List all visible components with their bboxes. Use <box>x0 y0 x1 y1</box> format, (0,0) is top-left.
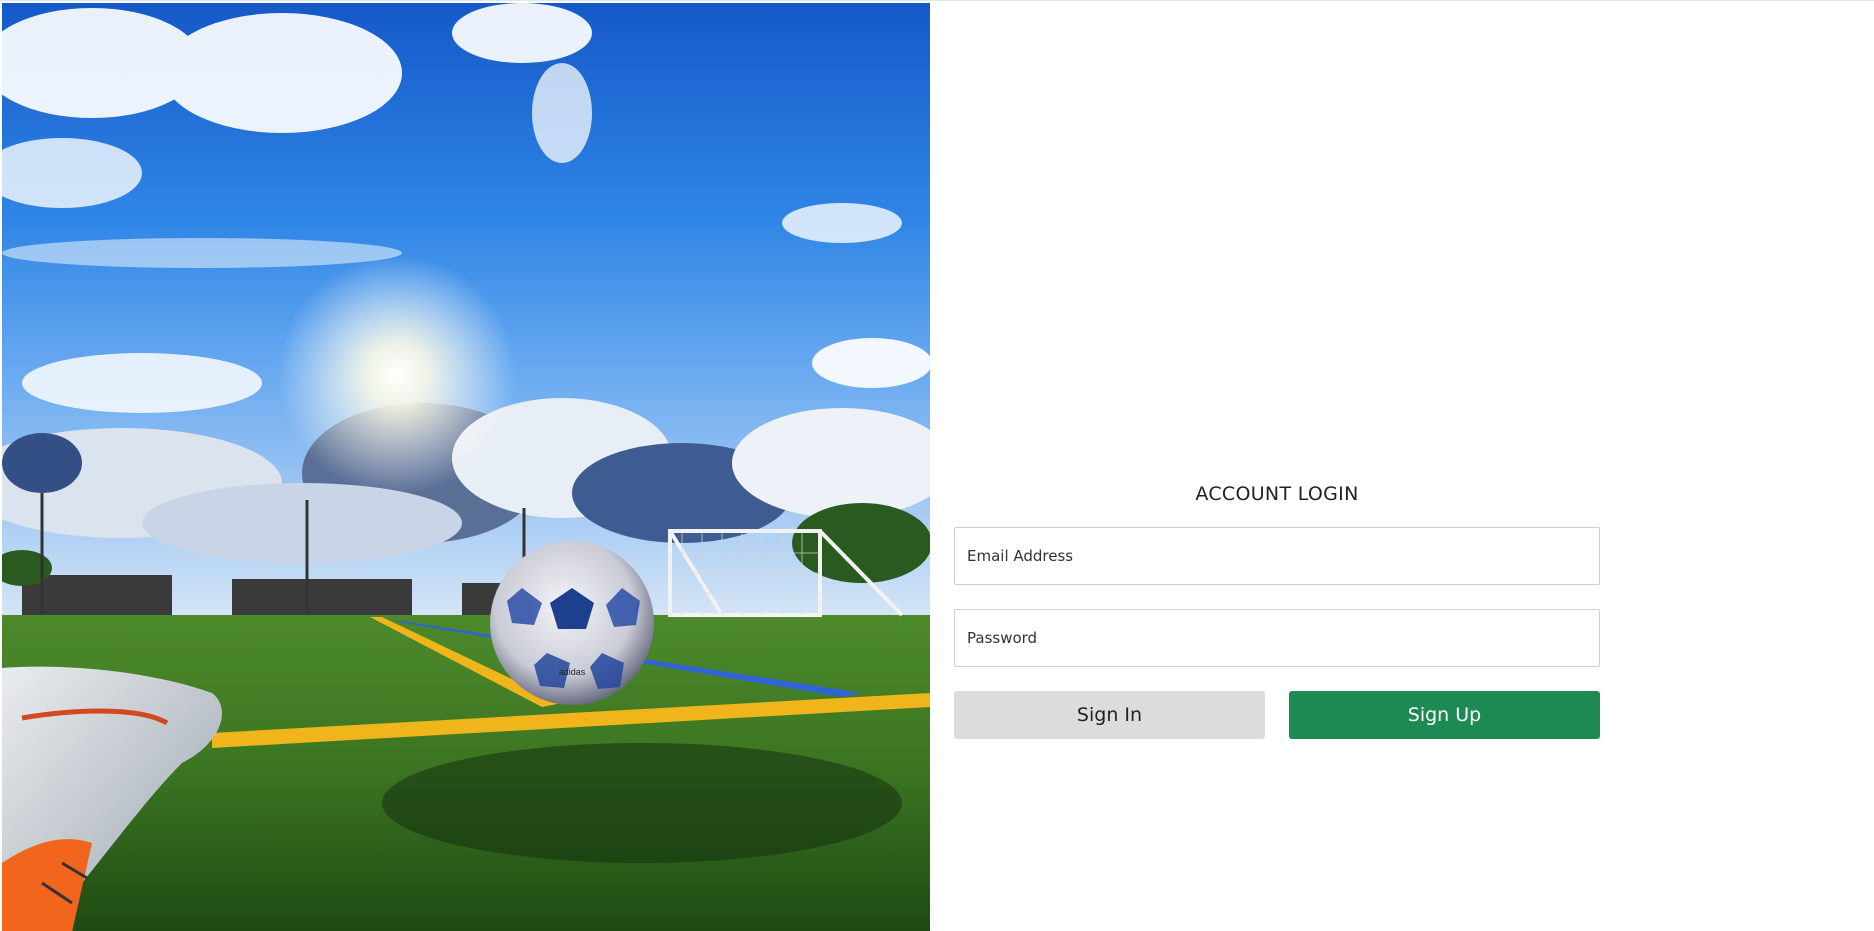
soccer-ball: adidas <box>490 541 654 705</box>
login-form: ACCOUNT LOGIN Sign In Sign Up <box>954 471 1600 739</box>
sign-up-button[interactable]: Sign Up <box>1289 691 1600 739</box>
soccer-field-hero-image: adidas <box>2 3 930 931</box>
email-field[interactable] <box>954 527 1600 585</box>
login-page: adidas ACCOUNT LOGIN Sign In Sign Up <box>0 0 1874 931</box>
svg-text:adidas: adidas <box>559 667 586 677</box>
sun <box>277 255 517 495</box>
auth-buttons: Sign In Sign Up <box>954 691 1600 739</box>
login-title: ACCOUNT LOGIN <box>1195 483 1359 505</box>
ball-shadow <box>382 743 902 863</box>
password-field[interactable] <box>954 609 1600 667</box>
sign-in-button[interactable]: Sign In <box>954 691 1265 739</box>
hero-illustration: adidas <box>2 3 930 931</box>
